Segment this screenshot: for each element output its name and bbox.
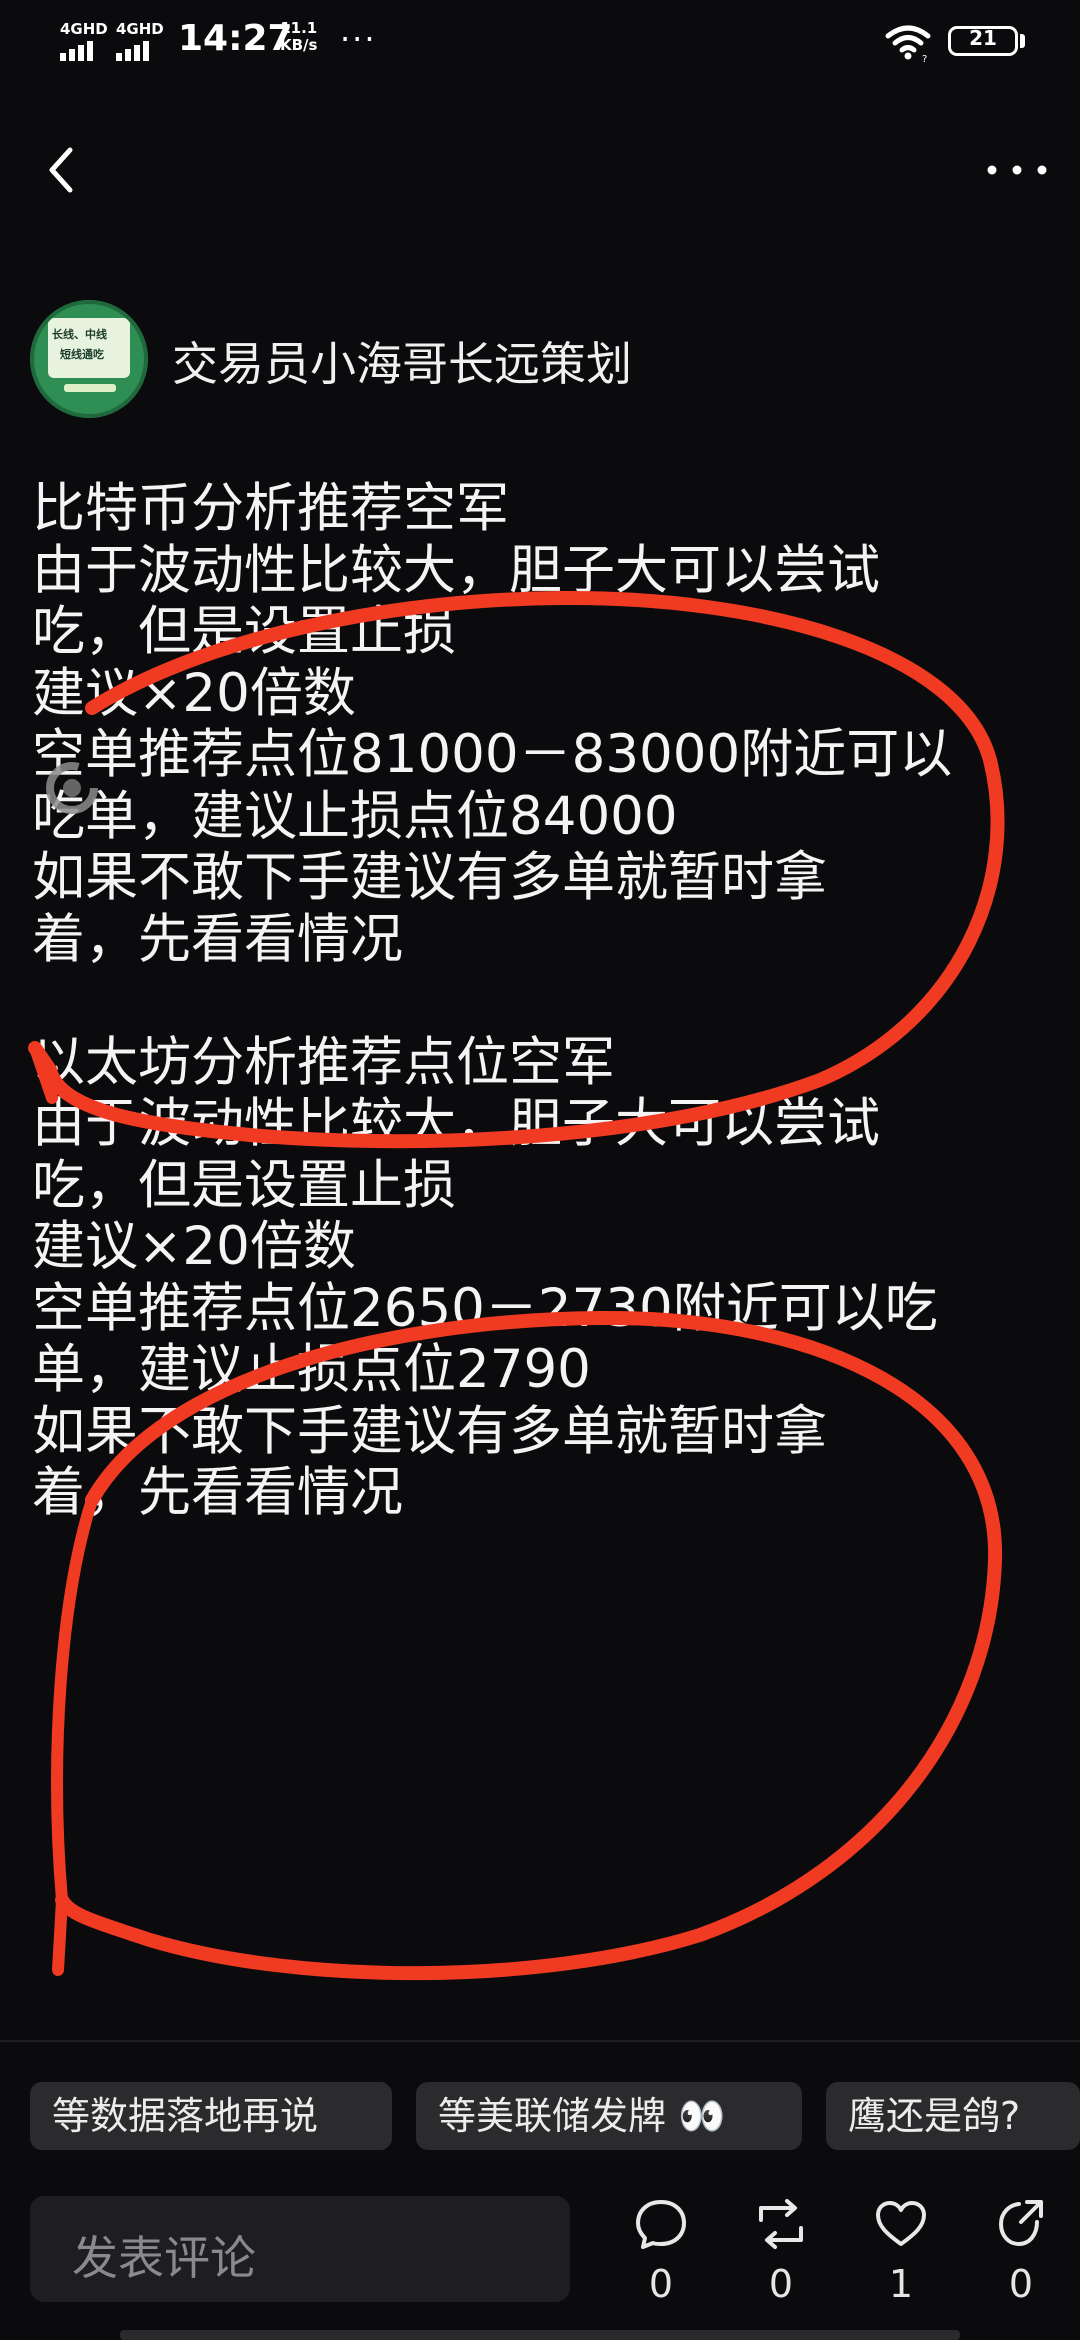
post-line: 由于波动性比较大，胆子大可以尝试 — [32, 539, 880, 601]
wifi-icon: ? — [885, 25, 931, 62]
bottom-strip — [120, 2330, 960, 2340]
divider — [0, 2040, 1080, 2042]
network-type-label: 4GHD — [60, 20, 108, 38]
post-line: 比特币分析推荐空军 — [32, 478, 509, 539]
share-button[interactable]: 0 — [986, 2196, 1056, 2326]
comment-input[interactable]: 发表评论 — [30, 2196, 570, 2302]
back-arrow-icon[interactable] — [40, 140, 84, 200]
signal-bars-icon — [116, 41, 164, 61]
post-line: 建议×20倍数 — [32, 1216, 356, 1277]
network-speed: 11.1 KB/s — [280, 20, 317, 54]
like-count: 1 — [888, 2262, 914, 2306]
tag-chip[interactable]: 等数据落地再说 — [30, 2082, 392, 2150]
post-line: 空单推荐点位2650－2730附近可以吃 — [32, 1277, 938, 1339]
post-line: 着，先看看情况 — [32, 1462, 403, 1523]
post-line: 空单推荐点位81000－83000附近可以 — [32, 724, 953, 785]
avatar[interactable]: 长线、中线 短线通吃 — [30, 300, 148, 418]
post-line: 如果不敢下手建议有多单就暂时拿 — [32, 1400, 827, 1462]
signal-sim1: 4GHD — [60, 22, 108, 61]
post-line: 吃，但是设置止损 — [32, 601, 456, 662]
post-line: 单，建议止损点位2790 — [32, 1339, 591, 1400]
repost-count: 0 — [768, 2262, 794, 2306]
status-more-icon: ··· — [340, 20, 377, 58]
clock: 14:27 — [178, 18, 293, 59]
network-type-label: 4GHD — [116, 20, 164, 38]
post-body: 比特币分析推荐空军 由于波动性比较大，胆子大可以尝试 吃，但是设置止损 建议×2… — [32, 478, 1062, 1524]
annotation-tail-eth — [51, 1494, 98, 1976]
comment-placeholder: 发表评论 — [72, 2231, 256, 2285]
repost-icon — [759, 2199, 803, 2249]
battery-icon: 21 — [948, 26, 1018, 56]
post-line: 建议×20倍数 — [32, 662, 356, 724]
network-speed-value: 11.1 — [280, 19, 318, 37]
more-options-icon[interactable] — [982, 140, 1052, 200]
post-line: 吃，但是设置止损 — [32, 1154, 456, 1216]
loading-spinner-icon — [46, 762, 98, 814]
tag-chip[interactable]: 等美联储发牌 👀 — [416, 2082, 802, 2150]
post-line: 以太坊分析推荐点位空军 — [32, 1031, 615, 1093]
like-button[interactable]: 1 — [866, 2196, 936, 2326]
author-name[interactable]: 交易员小海哥长远策划 — [172, 328, 632, 394]
comment-icon — [636, 2200, 686, 2249]
battery-tip — [1020, 34, 1025, 48]
comment-count: 0 — [648, 2262, 674, 2306]
post-line: 由于波动性比较大，胆子大可以尝试 — [32, 1093, 880, 1154]
svg-text:?: ? — [922, 54, 927, 62]
share-count: 0 — [1008, 2262, 1034, 2306]
battery-level: 21 — [969, 26, 997, 50]
signal-bars-icon — [60, 41, 108, 61]
status-bar: 4GHD 4GHD 14:27 11.1 KB/s ··· ? 21 — [0, 0, 1080, 84]
share-icon — [998, 2200, 1043, 2247]
network-speed-unit: KB/s — [280, 36, 318, 54]
signal-sim2: 4GHD — [116, 22, 164, 61]
avatar-ring — [30, 300, 148, 418]
repost-button[interactable]: 0 — [746, 2196, 816, 2326]
tag-chip[interactable]: 鹰还是鸽? — [826, 2082, 1080, 2150]
post-line: 如果不敢下手建议有多单就暂时拿 — [32, 847, 827, 908]
post-line: 吃单，建议止损点位84000 — [32, 785, 678, 847]
like-heart-icon — [876, 2201, 926, 2246]
post-line: 着，先看看情况 — [32, 908, 403, 970]
comment-button[interactable]: 0 — [626, 2196, 696, 2326]
